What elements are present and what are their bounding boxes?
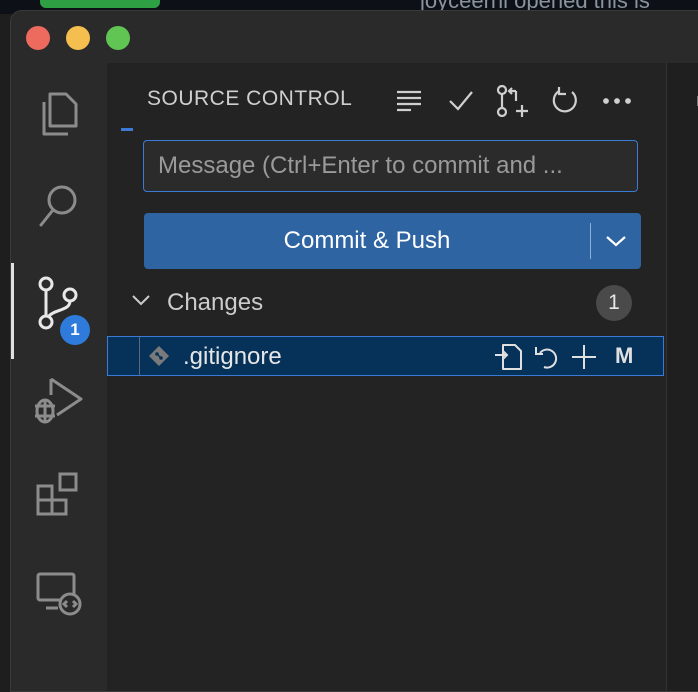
plus-icon xyxy=(572,345,596,369)
refresh-button[interactable] xyxy=(547,83,583,119)
run-debug-icon xyxy=(35,377,83,424)
discard-icon xyxy=(535,347,558,369)
activity-remote-explorer[interactable] xyxy=(11,553,107,633)
activity-source-control[interactable]: 1 xyxy=(11,263,107,359)
commit-check-icon xyxy=(449,91,473,111)
chevron-down-icon xyxy=(606,236,626,247)
commit-options-dropdown[interactable] xyxy=(591,213,641,269)
editor-area xyxy=(666,63,698,691)
commit-check-button[interactable] xyxy=(443,83,479,119)
changes-count-badge: 1 xyxy=(596,285,632,321)
minimize-window-button[interactable] xyxy=(66,26,90,50)
more-actions-icon xyxy=(603,98,631,104)
discard-changes-button[interactable] xyxy=(531,341,563,373)
tree-indent-guide xyxy=(139,337,140,375)
remote-explorer-icon xyxy=(36,572,82,616)
file-name: .gitignore xyxy=(183,343,282,370)
activity-run-debug[interactable] xyxy=(11,361,107,441)
vscode-window: 1 SOURCE CONTROL Message (Ctrl+Enter to … xyxy=(10,10,698,692)
panel-title: SOURCE CONTROL xyxy=(147,87,353,110)
progress-indicator xyxy=(121,128,133,131)
close-window-button[interactable] xyxy=(26,26,50,50)
extensions-icon xyxy=(36,472,78,516)
title-bar xyxy=(11,11,698,63)
search-icon xyxy=(39,185,77,227)
files-icon xyxy=(42,92,78,136)
commit-message-input[interactable] xyxy=(143,140,638,192)
go-to-file-icon xyxy=(495,344,522,370)
create-pull-request-button[interactable] xyxy=(495,83,531,119)
stage-changes-button[interactable] xyxy=(568,341,600,373)
source-control-panel: SOURCE CONTROL Message (Ctrl+Enter to co… xyxy=(107,63,666,691)
file-status-modified: M xyxy=(615,343,634,368)
create-pull-request-icon xyxy=(496,85,528,117)
activity-search[interactable] xyxy=(11,167,107,247)
changed-file-row[interactable]: .gitignore M xyxy=(107,336,664,376)
activity-explorer[interactable] xyxy=(11,73,107,153)
commit-push-button-group: Commit & Push xyxy=(144,213,641,269)
changes-group-header[interactable]: Changes 1 xyxy=(127,285,647,321)
commit-push-button[interactable]: Commit & Push xyxy=(144,213,590,269)
view-as-tree-icon xyxy=(397,90,421,112)
view-as-tree-button[interactable] xyxy=(391,83,427,119)
chevron-down-icon xyxy=(131,293,151,312)
changes-label: Changes xyxy=(167,289,264,316)
refresh-icon xyxy=(552,87,577,113)
background-green-button xyxy=(40,0,160,8)
more-actions-button[interactable] xyxy=(599,83,635,119)
activity-bar: 1 xyxy=(11,63,107,691)
source-control-badge: 1 xyxy=(60,315,90,345)
git-file-icon xyxy=(148,345,170,372)
activity-extensions[interactable] xyxy=(11,453,107,533)
zoom-window-button[interactable] xyxy=(106,26,130,50)
open-file-button[interactable] xyxy=(492,341,524,373)
